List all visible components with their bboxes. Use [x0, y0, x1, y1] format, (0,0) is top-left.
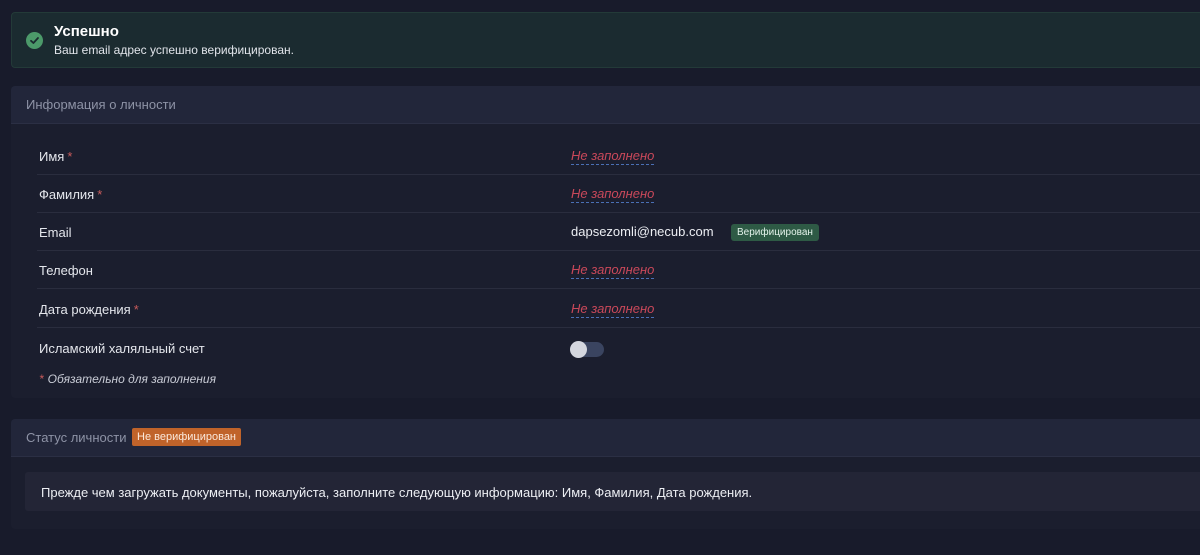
field-label-text: Телефон	[39, 263, 93, 278]
last-name-edit-link[interactable]: Не заполнено	[571, 186, 655, 203]
islamic-account-toggle[interactable]	[570, 341, 604, 358]
identity-status-header: Статус личности Не верифицирован	[11, 419, 1200, 457]
alert-title: Успешно	[54, 23, 119, 40]
info-message: Прежде чем загружать документы, пожалуйс…	[41, 485, 753, 500]
alert-message: Ваш email адрес успешно верифицирован.	[54, 43, 294, 57]
field-label-text: Фамилия	[39, 187, 95, 202]
field-label: Дата рождения *	[39, 302, 139, 317]
field-label-text: Исламский халяльный счет	[39, 341, 205, 356]
section-title: Информация о личности	[26, 97, 176, 112]
row-phone: Телефон Не заполнено	[37, 251, 1200, 289]
personal-info-card: Информация о личности Имя * Не заполнено …	[11, 86, 1200, 398]
verified-badge: Верифицирован	[731, 224, 819, 241]
personal-info-header: Информация о личности	[11, 86, 1200, 124]
field-label-text: Дата рождения	[39, 302, 131, 317]
field-label: Телефон	[39, 263, 93, 278]
section-title: Статус личности	[26, 430, 127, 445]
phone-edit-link[interactable]: Не заполнено	[571, 262, 655, 279]
field-label: Фамилия *	[39, 187, 102, 202]
row-last-name: Фамилия * Не заполнено	[37, 175, 1200, 213]
required-note-text: Обязательно для заполнения	[47, 372, 216, 386]
row-email: Email dapsezomli@necub.com Верифицирован	[37, 213, 1200, 251]
info-message-box: Прежде чем загружать документы, пожалуйс…	[25, 472, 1200, 511]
email-value: dapsezomli@necub.com	[571, 224, 714, 239]
success-alert: Успешно Ваш email адрес успешно верифици…	[11, 12, 1200, 68]
first-name-edit-link[interactable]: Не заполнено	[571, 148, 655, 165]
field-label-text: Email	[39, 225, 72, 240]
row-birth-date: Дата рождения * Не заполнено	[37, 290, 1200, 328]
check-circle-icon	[26, 32, 43, 49]
row-first-name: Имя * Не заполнено	[37, 137, 1200, 175]
identity-status-card: Статус личности Не верифицирован Прежде …	[11, 419, 1200, 529]
birth-date-edit-link[interactable]: Не заполнено	[571, 301, 655, 318]
field-label: Исламский халяльный счет	[39, 341, 205, 356]
toggle-knob	[570, 341, 587, 358]
unverified-badge: Не верифицирован	[132, 428, 242, 446]
field-label-text: Имя	[39, 149, 65, 164]
required-mark: *	[133, 302, 139, 317]
row-islamic-account: Исламский халяльный счет	[37, 329, 1200, 367]
required-mark: *	[39, 372, 44, 386]
required-mark: *	[97, 187, 103, 202]
required-mark: *	[67, 149, 73, 164]
field-label: Имя *	[39, 149, 72, 164]
required-note: * Обязательно для заполнения	[39, 372, 216, 386]
field-label: Email	[39, 225, 72, 240]
